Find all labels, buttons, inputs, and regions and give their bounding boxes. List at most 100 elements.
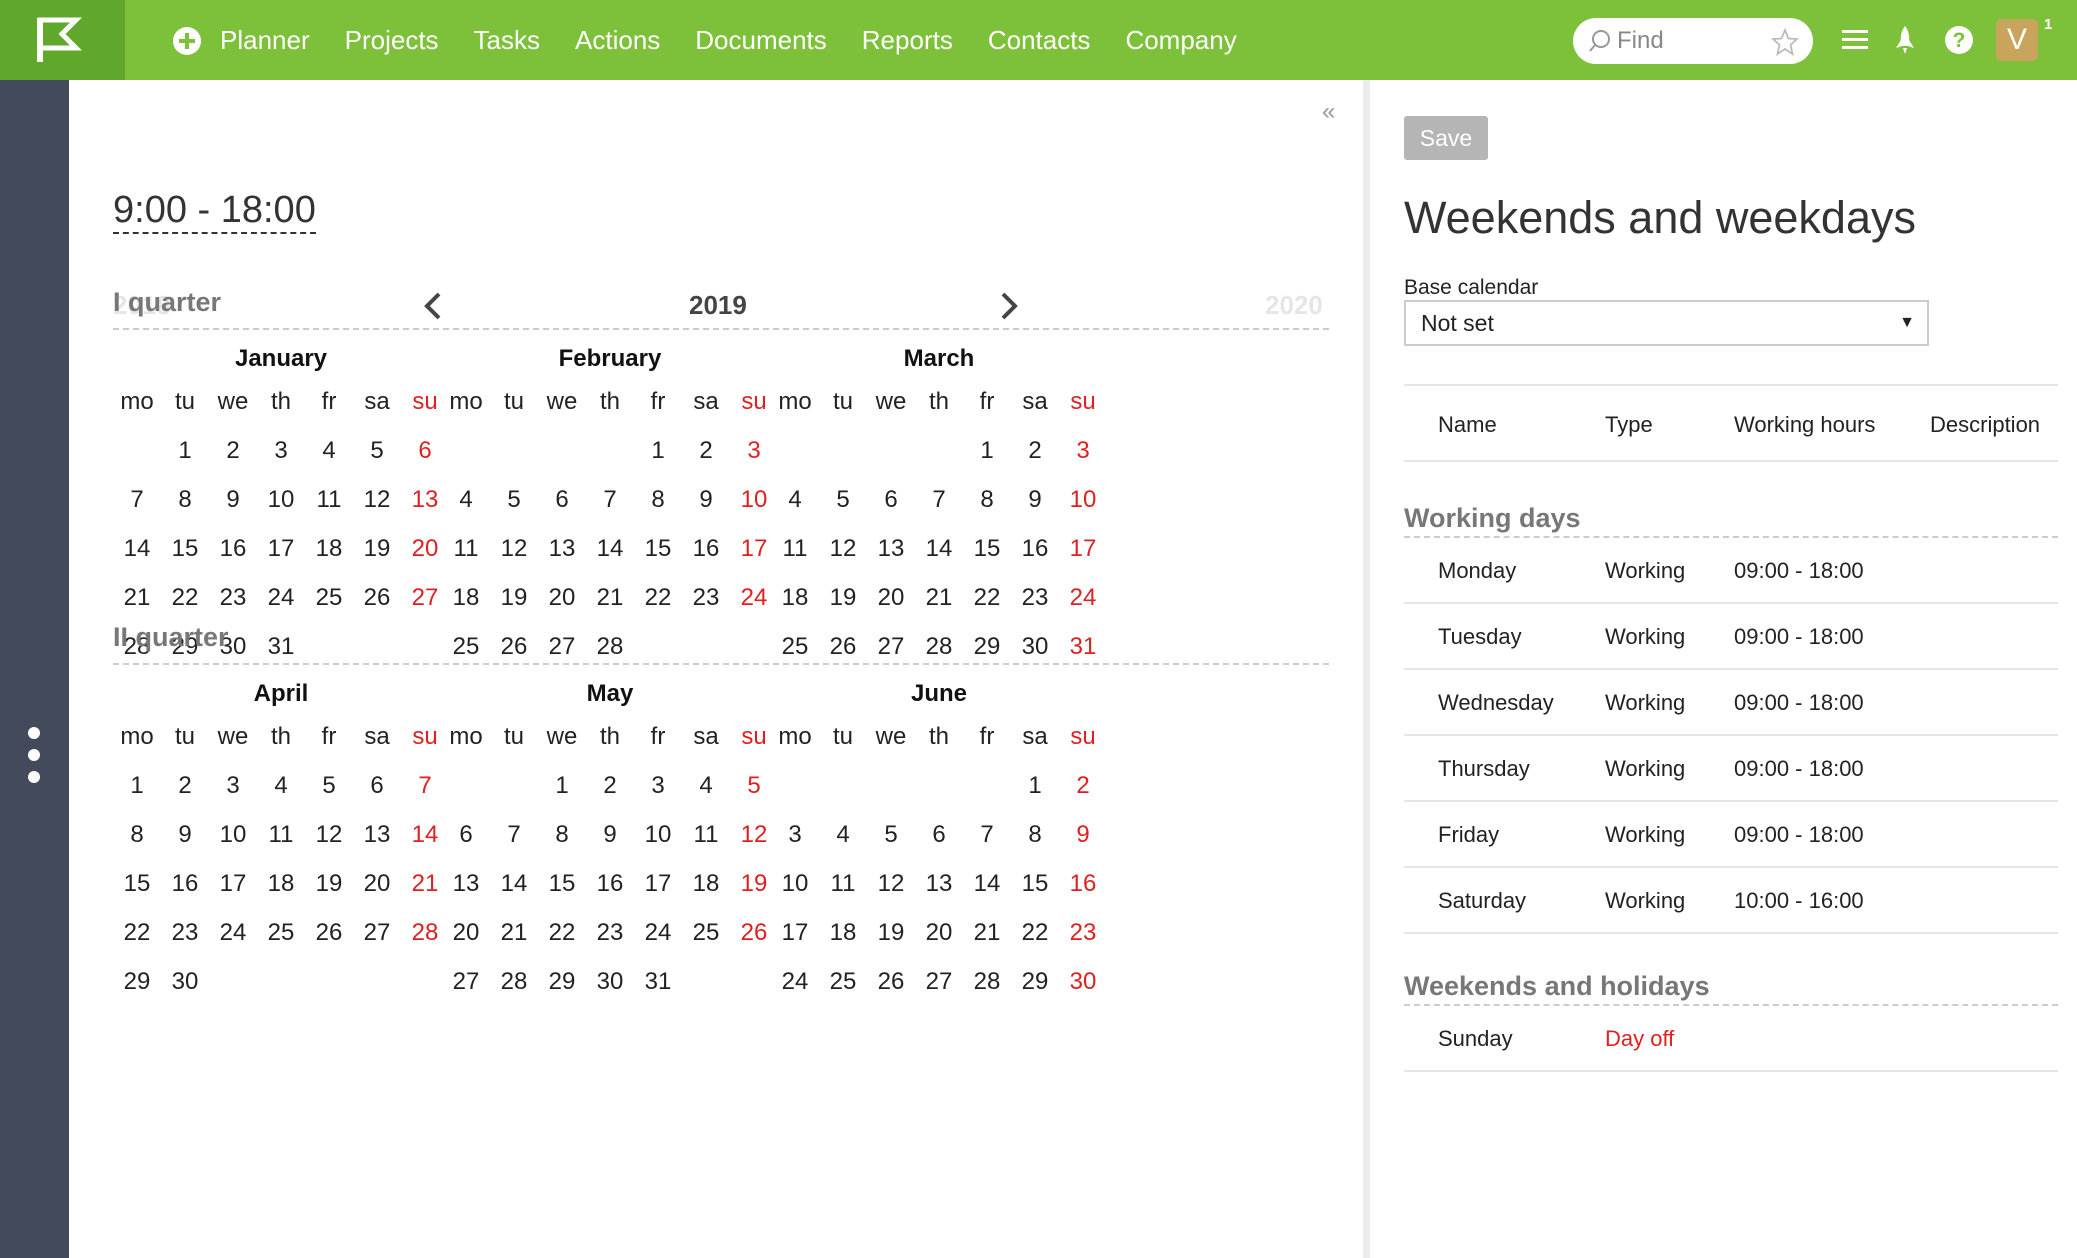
calendar-day[interactable]: 14 — [915, 535, 963, 563]
calendar-day[interactable]: 2 — [1011, 437, 1059, 465]
calendar-day[interactable]: 18 — [819, 919, 867, 947]
calendar-day[interactable]: 13 — [442, 870, 490, 898]
column-header-name[interactable]: Name — [1438, 412, 1497, 438]
calendar-day[interactable]: 30 — [586, 968, 634, 996]
calendar-day[interactable]: 9 — [682, 486, 730, 514]
calendar-day[interactable]: 7 — [963, 821, 1011, 849]
calendar-day[interactable]: 23 — [161, 919, 209, 947]
calendar-day[interactable]: 3 — [771, 821, 819, 849]
calendar-day[interactable]: 20 — [538, 584, 586, 612]
calendar-day[interactable]: 9 — [586, 821, 634, 849]
calendar-day[interactable]: 18 — [771, 584, 819, 612]
calendar-day[interactable]: 13 — [353, 821, 401, 849]
calendar-day[interactable]: 24 — [257, 584, 305, 612]
help-icon[interactable]: ? — [1944, 25, 1974, 55]
calendar-day[interactable]: 13 — [867, 535, 915, 563]
calendar-day[interactable]: 2 — [209, 437, 257, 465]
calendar-day[interactable]: 4 — [257, 772, 305, 800]
calendar-day[interactable]: 8 — [1011, 821, 1059, 849]
star-icon[interactable] — [1771, 28, 1799, 56]
calendar-day[interactable]: 7 — [586, 486, 634, 514]
calendar-day[interactable]: 25 — [819, 968, 867, 996]
calendar-day[interactable]: 4 — [682, 772, 730, 800]
calendar-day[interactable]: 9 — [161, 821, 209, 849]
calendar-day[interactable]: 16 — [209, 535, 257, 563]
calendar-day[interactable]: 7 — [113, 486, 161, 514]
calendar-day[interactable]: 22 — [538, 919, 586, 947]
nav-projects[interactable]: Projects — [345, 25, 439, 56]
calendar-day[interactable]: 14 — [586, 535, 634, 563]
calendar-day[interactable]: 26 — [867, 968, 915, 996]
calendar-day[interactable]: 6 — [538, 486, 586, 514]
calendar-day[interactable]: 2 — [1059, 772, 1107, 800]
calendar-day[interactable]: 16 — [682, 535, 730, 563]
calendar-day[interactable]: 10 — [257, 486, 305, 514]
calendar-day[interactable]: 8 — [634, 486, 682, 514]
search-input[interactable] — [1617, 26, 1767, 56]
calendar-day[interactable]: 15 — [538, 870, 586, 898]
calendar-day[interactable]: 23 — [682, 584, 730, 612]
calendar-day[interactable]: 31 — [634, 968, 682, 996]
calendar-day[interactable]: 15 — [963, 535, 1011, 563]
calendar-day[interactable]: 20 — [867, 584, 915, 612]
base-calendar-select[interactable]: Not set ▼ — [1404, 300, 1929, 346]
calendar-day[interactable]: 10 — [209, 821, 257, 849]
calendar-day[interactable]: 16 — [1059, 870, 1107, 898]
calendar-day[interactable]: 18 — [305, 535, 353, 563]
calendar-day[interactable]: 13 — [915, 870, 963, 898]
notification-badge[interactable]: 1 — [2044, 16, 2052, 33]
calendar-day[interactable]: 4 — [771, 486, 819, 514]
calendar-day[interactable]: 6 — [353, 772, 401, 800]
nav-documents[interactable]: Documents — [695, 25, 827, 56]
calendar-day[interactable]: 10 — [771, 870, 819, 898]
table-row[interactable]: Sunday Day off — [1404, 1006, 2058, 1072]
calendar-day[interactable]: 30 — [1059, 968, 1107, 996]
calendar-day[interactable]: 15 — [634, 535, 682, 563]
calendar-day[interactable]: 16 — [1011, 535, 1059, 563]
calendar-day[interactable]: 25 — [305, 584, 353, 612]
calendar-day[interactable]: 12 — [819, 535, 867, 563]
calendar-day[interactable]: 28 — [490, 968, 538, 996]
calendar-day[interactable]: 4 — [819, 821, 867, 849]
calendar-day[interactable]: 17 — [771, 919, 819, 947]
calendar-day[interactable]: 6 — [867, 486, 915, 514]
calendar-day[interactable]: 4 — [442, 486, 490, 514]
calendar-day[interactable]: 1 — [634, 437, 682, 465]
calendar-day[interactable]: 18 — [682, 870, 730, 898]
calendar-day[interactable]: 29 — [1011, 968, 1059, 996]
calendar-day[interactable]: 24 — [771, 968, 819, 996]
calendar-day[interactable]: 20 — [442, 919, 490, 947]
calendar-day[interactable]: 4 — [305, 437, 353, 465]
calendar-day[interactable]: 7 — [490, 821, 538, 849]
calendar-day[interactable]: 8 — [113, 821, 161, 849]
calendar-day[interactable]: 1 — [1011, 772, 1059, 800]
calendar-day[interactable]: 29 — [113, 968, 161, 996]
calendar-day[interactable]: 16 — [161, 870, 209, 898]
calendar-day[interactable]: 23 — [1011, 584, 1059, 612]
calendar-day[interactable]: 8 — [963, 486, 1011, 514]
calendar-day[interactable]: 27 — [442, 968, 490, 996]
calendar-day[interactable]: 26 — [305, 919, 353, 947]
calendar-day[interactable]: 12 — [867, 870, 915, 898]
calendar-day[interactable]: 2 — [586, 772, 634, 800]
calendar-day[interactable]: 3 — [1059, 437, 1107, 465]
calendar-day[interactable]: 11 — [819, 870, 867, 898]
calendar-day[interactable]: 11 — [305, 486, 353, 514]
calendar-day[interactable]: 18 — [442, 584, 490, 612]
calendar-day[interactable]: 15 — [113, 870, 161, 898]
calendar-day[interactable]: 20 — [915, 919, 963, 947]
calendar-day[interactable]: 1 — [161, 437, 209, 465]
calendar-day[interactable]: 21 — [113, 584, 161, 612]
calendar-day[interactable]: 25 — [257, 919, 305, 947]
calendar-day[interactable]: 11 — [257, 821, 305, 849]
collapse-panel-icon[interactable]: « — [1322, 98, 1335, 126]
calendar-day[interactable]: 11 — [442, 535, 490, 563]
calendar-day[interactable]: 21 — [586, 584, 634, 612]
calendar-day[interactable]: 17 — [209, 870, 257, 898]
calendar-day[interactable]: 30 — [161, 968, 209, 996]
calendar-day[interactable]: 24 — [1059, 584, 1107, 612]
table-row[interactable]: Tuesday Working 09:00 - 18:00 — [1404, 604, 2058, 670]
working-hours-link[interactable]: 9:00 - 18:00 — [113, 189, 316, 234]
calendar-day[interactable]: 3 — [209, 772, 257, 800]
column-header-working-hours[interactable]: Working hours — [1734, 412, 1875, 438]
